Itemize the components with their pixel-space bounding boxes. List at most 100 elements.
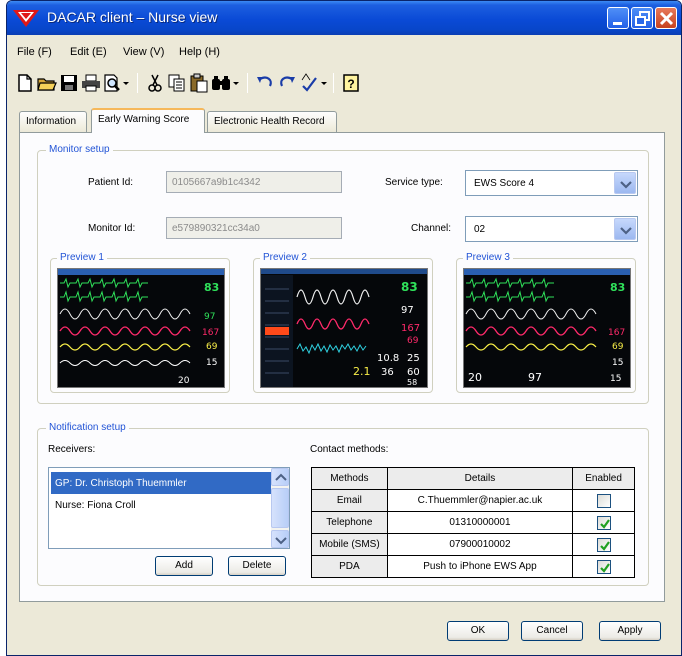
- print-preview-button[interactable]: [103, 73, 131, 93]
- print-icon: [82, 74, 100, 92]
- svg-text:167: 167: [608, 328, 625, 338]
- receiver-item-gp[interactable]: GP: Dr. Christoph Thuemmler: [51, 472, 271, 494]
- open-button[interactable]: [37, 73, 57, 93]
- patient-id-label: Patient Id:: [88, 177, 134, 188]
- service-type-label: Service type:: [385, 177, 443, 188]
- receivers-list[interactable]: GP: Dr. Christoph Thuemmler Nurse: Fiona…: [48, 467, 290, 549]
- patient-monitor-image: 83 97 167 69 15 20: [58, 269, 224, 387]
- service-type-value: EWS Score 4: [474, 178, 535, 189]
- method-cell: Email: [311, 489, 388, 512]
- table-header-row: Methods Details Enabled: [311, 467, 635, 490]
- enabled-checkbox-sms[interactable]: [596, 537, 611, 552]
- preview-2-title: Preview 2: [260, 252, 310, 263]
- column-header-methods: Methods: [311, 467, 388, 490]
- chevron-up-icon: [275, 473, 287, 481]
- preview-1-group: Preview 1 83 97 167 69 15 20: [50, 252, 230, 393]
- details-cell[interactable]: C.Thuemmler@napier.ac.uk: [386, 489, 574, 512]
- menu-file[interactable]: File (F): [17, 46, 52, 58]
- preview-3-title: Preview 3: [463, 252, 513, 263]
- delete-receiver-button[interactable]: Delete: [228, 556, 286, 576]
- enabled-checkbox-email[interactable]: [596, 493, 611, 508]
- svg-text:83: 83: [610, 281, 625, 294]
- tab-electronic-health-record[interactable]: Electronic Health Record: [207, 111, 337, 132]
- preview-1-monitor[interactable]: 83 97 167 69 15 20: [57, 268, 225, 388]
- svg-text:69: 69: [407, 336, 419, 346]
- copy-icon: [168, 74, 185, 92]
- enabled-checkbox-pda[interactable]: [596, 559, 611, 574]
- receivers-scrollbar[interactable]: [271, 468, 289, 548]
- window-title: DACAR client – Nurse view: [47, 9, 218, 25]
- spellcheck-button[interactable]: [299, 73, 329, 93]
- enabled-checkbox-telephone[interactable]: [596, 515, 611, 530]
- contact-methods-label: Contact methods:: [310, 444, 389, 455]
- menu-edit[interactable]: Edit (E): [70, 46, 107, 58]
- details-cell[interactable]: Push to iPhone EWS App: [386, 555, 574, 578]
- preview-2-monitor[interactable]: 83 97 167 69 10.8 25 2.1 36 60 58: [260, 268, 428, 388]
- service-type-dropdown-button[interactable]: [614, 172, 636, 194]
- channel-select[interactable]: 02: [465, 216, 638, 242]
- scroll-up-button[interactable]: [271, 468, 289, 486]
- cut-button[interactable]: [145, 73, 165, 93]
- details-cell[interactable]: 01310000001: [386, 511, 574, 534]
- method-cell: Mobile (SMS): [311, 533, 388, 556]
- monitor-id-field[interactable]: e579890321cc34a0: [166, 217, 342, 239]
- title-bar[interactable]: DACAR client – Nurse view: [7, 1, 681, 35]
- redo-icon: [280, 76, 295, 87]
- checkmark-icon: [599, 518, 610, 529]
- find-icon: [212, 76, 239, 90]
- table-row: PDA Push to iPhone EWS App: [311, 555, 635, 578]
- new-file-button[interactable]: [15, 73, 35, 93]
- close-button[interactable]: [655, 7, 677, 29]
- redo-button[interactable]: [277, 73, 297, 93]
- paste-icon: [190, 73, 208, 93]
- table-row: Telephone 01310000001: [311, 511, 635, 534]
- print-button[interactable]: [81, 73, 101, 93]
- notification-setup-title: Notification setup: [46, 422, 129, 433]
- service-type-select[interactable]: EWS Score 4: [465, 170, 638, 196]
- svg-text:20: 20: [468, 371, 482, 384]
- patient-id-field[interactable]: 0105667a9b1c4342: [166, 171, 342, 193]
- preview-2-group: Preview 2 83 97 167 69 10.8 25 2.1 36 60…: [253, 252, 433, 393]
- toolbar-separator: [137, 73, 138, 93]
- find-button[interactable]: [211, 73, 241, 93]
- scroll-thumb[interactable]: [271, 488, 289, 528]
- restore-button[interactable]: [631, 7, 653, 29]
- svg-text:69: 69: [206, 342, 218, 352]
- apply-button[interactable]: Apply: [599, 621, 661, 641]
- preview-1-title: Preview 1: [57, 252, 107, 263]
- print-preview-icon: [104, 74, 129, 92]
- svg-text:36: 36: [381, 367, 394, 378]
- preview-3-monitor[interactable]: 83 167 69 15 20 97 15: [463, 268, 631, 388]
- ok-button[interactable]: OK: [447, 621, 509, 641]
- enabled-cell: [572, 555, 635, 578]
- tab-information[interactable]: Information: [19, 111, 87, 132]
- minimize-button[interactable]: [607, 7, 629, 29]
- method-cell: PDA: [311, 555, 388, 578]
- copy-button[interactable]: [167, 73, 187, 93]
- monitor-setup-group: Monitor setup Patient Id: 0105667a9b1c43…: [37, 144, 649, 404]
- svg-text:83: 83: [204, 281, 219, 294]
- add-receiver-button[interactable]: Add: [155, 556, 213, 576]
- enabled-cell: [572, 511, 635, 534]
- svg-text:15: 15: [612, 358, 623, 368]
- enabled-cell: [572, 489, 635, 512]
- details-cell[interactable]: 07900010002: [386, 533, 574, 556]
- cancel-button[interactable]: Cancel: [521, 621, 583, 641]
- paste-button[interactable]: [189, 73, 209, 93]
- channel-dropdown-button[interactable]: [614, 218, 636, 240]
- scroll-down-button[interactable]: [271, 530, 289, 548]
- svg-text:97: 97: [528, 371, 542, 384]
- chevron-down-icon: [620, 181, 632, 189]
- minimize-icon: [613, 22, 622, 25]
- svg-text:83: 83: [401, 280, 418, 294]
- undo-button[interactable]: [255, 73, 275, 93]
- help-button[interactable]: ?: [341, 73, 361, 93]
- save-button[interactable]: [59, 73, 79, 93]
- tab-panel: Monitor setup Patient Id: 0105667a9b1c43…: [19, 132, 665, 602]
- patient-monitor-image: 83 97 167 69 10.8 25 2.1 36 60 58: [261, 269, 427, 387]
- menu-help[interactable]: Help (H): [179, 46, 220, 58]
- receiver-item-nurse[interactable]: Nurse: Fiona Croll: [51, 494, 271, 516]
- svg-text:167: 167: [401, 323, 420, 334]
- menu-view[interactable]: View (V): [123, 46, 164, 58]
- tab-early-warning-score[interactable]: Early Warning Score: [91, 108, 205, 133]
